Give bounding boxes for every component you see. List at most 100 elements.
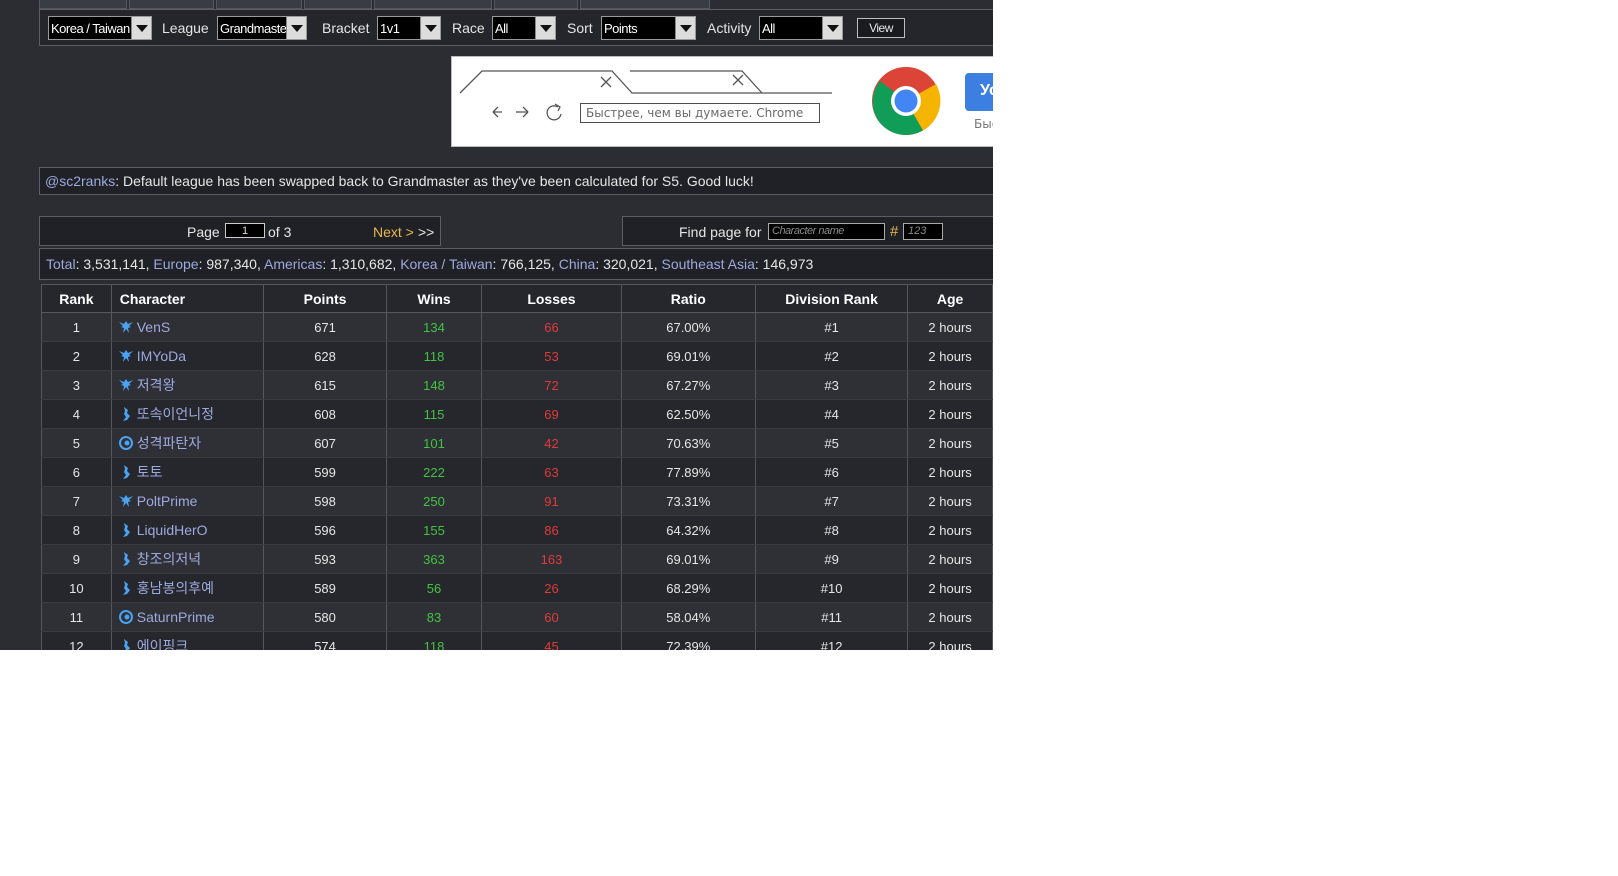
points-cell: 607 xyxy=(263,428,387,458)
header-age[interactable]: Age xyxy=(907,284,993,313)
character-cell[interactable]: IMYoDa xyxy=(110,341,265,371)
americas-link[interactable]: Americas xyxy=(264,256,322,272)
header-division-rank[interactable]: Division Rank xyxy=(754,284,909,313)
character-cell[interactable]: PoltPrime xyxy=(110,486,265,516)
character-link[interactable]: 또속이언니정 xyxy=(137,406,214,422)
southeast-asia-link[interactable]: Southeast Asia xyxy=(661,256,754,272)
nav-tab-6[interactable] xyxy=(494,0,578,9)
rank-cell: 5 xyxy=(41,428,112,458)
header-character[interactable]: Character xyxy=(110,284,265,313)
pagination-bar: Page 1 of 3 Next > >> xyxy=(39,216,441,246)
wins-cell: 115 xyxy=(385,399,483,429)
league-label: League xyxy=(162,20,209,36)
character-link[interactable]: 토토 xyxy=(137,464,163,480)
character-code-input[interactable]: 123 xyxy=(903,223,943,240)
last-page-link[interactable]: >> xyxy=(418,224,434,240)
character-cell[interactable]: 저격왕 xyxy=(110,370,265,400)
nav-tab-5[interactable] xyxy=(374,0,492,9)
nav-tab-2[interactable] xyxy=(129,0,214,9)
rank-cell: 7 xyxy=(41,486,112,516)
table-row: 7 PoltPrime 598 250 91 73.31% #7 2 hours xyxy=(41,486,993,516)
ratio-cell: 58.04% xyxy=(620,602,756,632)
character-link[interactable]: IMYoDa xyxy=(137,348,186,364)
character-link[interactable]: LiquidHerO xyxy=(137,522,208,538)
character-link[interactable]: 창조의저녁 xyxy=(137,551,201,567)
character-cell[interactable]: VenS xyxy=(110,312,265,342)
league-select[interactable]: Grandmaster xyxy=(217,16,307,40)
table-row: 9 창조의저녁 593 363 163 69.01% #9 2 hours xyxy=(41,544,993,574)
character-link[interactable]: 홍남봉의후예 xyxy=(137,580,214,596)
announcement-message: : Default league has been swapped back t… xyxy=(115,173,754,189)
wins-cell: 148 xyxy=(385,370,483,400)
header-points[interactable]: Points xyxy=(263,284,387,313)
china-link[interactable]: China xyxy=(559,256,596,272)
header-ratio[interactable]: Ratio xyxy=(620,284,756,313)
chrome-ad-banner[interactable]: Быстрее, чем вы думаете. Chrome Ус Быс xyxy=(451,56,993,147)
next-page-link[interactable]: Next > xyxy=(373,224,414,240)
chevron-down-icon[interactable] xyxy=(535,17,555,39)
total-link[interactable]: Total xyxy=(46,256,76,272)
nav-tab-7[interactable] xyxy=(580,0,710,9)
losses-cell: 72 xyxy=(481,370,622,400)
activity-select[interactable]: All xyxy=(759,16,843,40)
header-rank[interactable]: Rank xyxy=(41,284,112,313)
header-wins[interactable]: Wins xyxy=(385,284,483,313)
age-cell: 2 hours xyxy=(907,457,993,487)
character-link[interactable]: PoltPrime xyxy=(137,493,198,509)
character-cell[interactable]: 성격파탄자 xyxy=(110,428,265,458)
division-rank-cell: #12 xyxy=(754,631,909,650)
korea-taiwan-link[interactable]: Korea / Taiwan xyxy=(400,256,492,272)
bracket-select[interactable]: 1v1 xyxy=(377,16,441,40)
character-cell[interactable]: 토토 xyxy=(110,457,265,487)
header-losses[interactable]: Losses xyxy=(481,284,622,313)
sort-select[interactable]: Points xyxy=(601,16,696,40)
division-rank-cell: #8 xyxy=(754,515,909,545)
character-name-input[interactable]: Character name xyxy=(768,223,885,240)
announcement-handle-link[interactable]: @sc2ranks xyxy=(45,173,115,189)
character-link[interactable]: SaturnPrime xyxy=(137,609,215,625)
terran-race-icon xyxy=(122,523,130,537)
region-select[interactable]: Korea / Taiwan xyxy=(48,16,152,40)
character-link[interactable]: VenS xyxy=(137,319,170,335)
points-cell: 628 xyxy=(263,341,387,371)
ratio-cell: 68.29% xyxy=(620,573,756,603)
table-row: 10 홍남봉의후예 589 56 26 68.29% #10 2 hours xyxy=(41,573,993,603)
losses-cell: 91 xyxy=(481,486,622,516)
nav-tab-3[interactable] xyxy=(216,0,302,9)
ratio-cell: 67.00% xyxy=(620,312,756,342)
ad-search-box: Быстрее, чем вы думаете. Chrome xyxy=(580,103,820,123)
race-select[interactable]: All xyxy=(492,16,556,40)
chevron-down-icon[interactable] xyxy=(131,17,151,39)
ratio-cell: 67.27% xyxy=(620,370,756,400)
character-cell[interactable]: LiquidHerO xyxy=(110,515,265,545)
table-row: 6 토토 599 222 63 77.89% #6 2 hours xyxy=(41,457,993,487)
age-cell: 2 hours xyxy=(907,486,993,516)
chevron-down-icon[interactable] xyxy=(675,17,695,39)
losses-cell: 53 xyxy=(481,341,622,371)
character-cell[interactable]: 창조의저녁 xyxy=(110,544,265,574)
ratio-cell: 69.01% xyxy=(620,341,756,371)
ratio-cell: 62.50% xyxy=(620,399,756,429)
view-button[interactable]: View xyxy=(857,18,905,38)
character-cell[interactable]: 에이핑크 xyxy=(110,631,265,650)
nav-tab-1[interactable] xyxy=(39,0,127,9)
character-cell[interactable]: SaturnPrime xyxy=(110,602,265,632)
character-link[interactable]: 에이핑크 xyxy=(137,638,189,650)
character-link[interactable]: 성격파탄자 xyxy=(137,435,201,451)
chevron-down-icon[interactable] xyxy=(286,17,306,39)
table-row: 12 에이핑크 574 118 45 72.39% #12 2 hours xyxy=(41,631,993,650)
ad-cta-button[interactable]: Ус xyxy=(965,73,993,111)
character-cell[interactable]: 또속이언니정 xyxy=(110,399,265,429)
terran-race-icon xyxy=(122,465,130,479)
character-link[interactable]: 저격왕 xyxy=(137,377,176,393)
age-cell: 2 hours xyxy=(907,515,993,545)
page-number-input[interactable]: 1 xyxy=(225,223,265,238)
division-rank-cell: #9 xyxy=(754,544,909,574)
chevron-down-icon[interactable] xyxy=(420,17,440,39)
points-cell: 580 xyxy=(263,602,387,632)
europe-link[interactable]: Europe xyxy=(153,256,198,272)
table-row: 5 성격파탄자 607 101 42 70.63% #5 2 hours xyxy=(41,428,993,458)
nav-tab-4[interactable] xyxy=(304,0,372,9)
chevron-down-icon[interactable] xyxy=(822,17,842,39)
character-cell[interactable]: 홍남봉의후예 xyxy=(110,573,265,603)
